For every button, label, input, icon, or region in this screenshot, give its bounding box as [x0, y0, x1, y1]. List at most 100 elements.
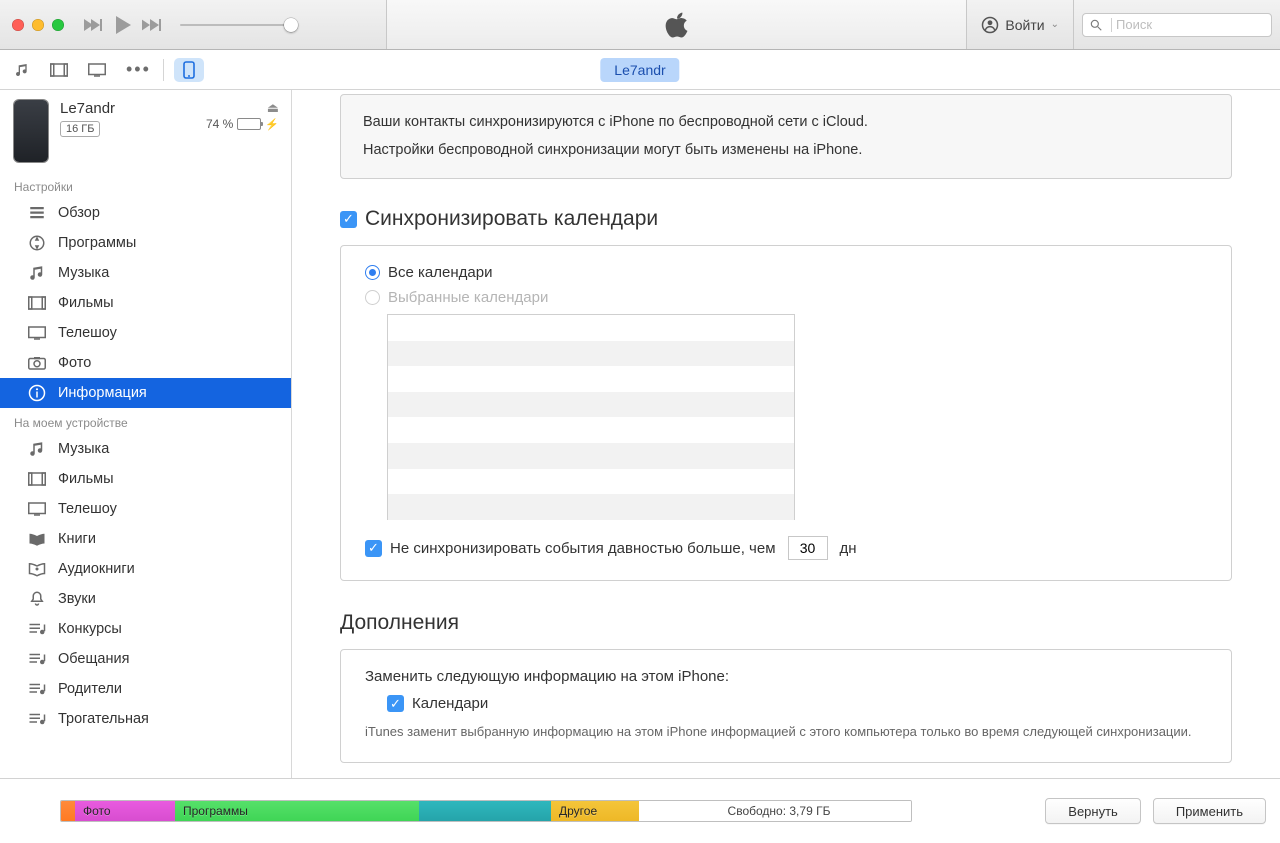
sidebar-item-label: Информация	[58, 385, 147, 401]
sidebar-item-label: Аудиокниги	[58, 561, 135, 577]
tvshows-tab-icon[interactable]	[88, 63, 106, 77]
film-icon	[28, 294, 46, 312]
playlist-icon	[28, 710, 46, 728]
seg-label: Свободно: 3,79 ГБ	[728, 804, 831, 818]
revert-button[interactable]: Вернуть	[1045, 798, 1141, 824]
battery-icon	[237, 118, 261, 130]
film-icon	[28, 470, 46, 488]
notice-line: Настройки беспроводной синхронизации мог…	[363, 137, 1209, 165]
storage-seg-docs	[419, 801, 551, 821]
playlist-icon	[28, 650, 46, 668]
movies-tab-icon[interactable]	[50, 63, 68, 77]
playlist-icon	[28, 620, 46, 638]
sidebar-section-ondevice: На моем устройстве	[0, 408, 291, 434]
sidebar-item-label: Обещания	[58, 651, 129, 667]
music-tab-icon[interactable]	[14, 62, 30, 78]
volume-slider[interactable]	[180, 24, 290, 26]
storage-seg-photos: Фото	[75, 801, 175, 821]
notice-line: Ваши контакты синхронизируются с iPhone …	[363, 109, 1209, 137]
sidebar-item-tvshows[interactable]: Телешоу	[0, 318, 291, 348]
sign-in-menu[interactable]: Войти ⌄	[967, 0, 1074, 49]
nosync-days-input[interactable]	[788, 536, 828, 560]
device-name: Le7andr	[60, 100, 115, 117]
close-window-button[interactable]	[12, 19, 24, 31]
nosync-suffix: дн	[840, 540, 857, 557]
search-input[interactable]	[1116, 17, 1266, 32]
replace-calendars-checkbox[interactable]: ✓	[387, 695, 404, 712]
sync-calendars-checkbox[interactable]: ✓	[340, 211, 357, 228]
info-icon	[28, 384, 46, 402]
radio-selected-calendars[interactable]: Выбранные календари	[365, 289, 1207, 306]
storage-seg-other: Другое	[551, 801, 639, 821]
seg-label: Фото	[83, 804, 111, 818]
battery-percent: 74 %	[206, 117, 233, 131]
radio-all-calendars[interactable]: Все календари	[365, 264, 1207, 281]
more-tabs-button[interactable]: •••	[126, 59, 151, 80]
sidebar-item-label: Телешоу	[58, 501, 117, 517]
audiobook-icon	[28, 560, 46, 578]
sidebar-od-pl2[interactable]: Обещания	[0, 644, 291, 674]
sidebar-item-label: Фильмы	[58, 471, 114, 487]
sidebar-item-label: Программы	[58, 235, 136, 251]
bell-icon	[28, 590, 46, 608]
sidebar-od-pl4[interactable]: Трогательная	[0, 704, 291, 734]
music-icon	[28, 264, 46, 282]
icloud-notice: Ваши контакты синхронизируются с iPhone …	[340, 94, 1232, 179]
sidebar-item-movies[interactable]: Фильмы	[0, 288, 291, 318]
selected-calendars-list	[387, 314, 795, 520]
sidebar-od-pl1[interactable]: Конкурсы	[0, 614, 291, 644]
sidebar-item-apps[interactable]: Программы	[0, 228, 291, 258]
storage-bar: Фото Программы Другое Свободно: 3,79 ГБ	[60, 800, 912, 822]
search-field[interactable]	[1082, 13, 1272, 37]
eject-icon[interactable]: ⏏	[267, 100, 279, 116]
device-name-pill[interactable]: Le7andr	[600, 58, 679, 82]
library-bar: ••• Le7andr	[0, 50, 1280, 90]
window-titlebar: Войти ⌄	[0, 0, 1280, 50]
sidebar-od-books[interactable]: Книги	[0, 524, 291, 554]
sidebar-od-tvshows[interactable]: Телешоу	[0, 494, 291, 524]
seg-label: Другое	[559, 804, 597, 818]
sidebar-item-photos[interactable]: Фото	[0, 348, 291, 378]
sidebar-item-label: Звуки	[58, 591, 96, 607]
zoom-window-button[interactable]	[52, 19, 64, 31]
replace-calendars-label: Календари	[412, 695, 488, 712]
main-content: Ваши контакты синхронизируются с iPhone …	[292, 90, 1280, 778]
nosync-prefix: Не синхронизировать события давностью бо…	[390, 540, 776, 557]
sidebar-item-music[interactable]: Музыка	[0, 258, 291, 288]
play-button[interactable]	[114, 15, 132, 35]
calendars-panel: Все календари Выбранные календари ✓ Не с…	[340, 245, 1232, 581]
device-tab[interactable]	[174, 58, 204, 82]
device-capacity-badge: 16 ГБ	[60, 121, 100, 137]
sidebar-od-audiobooks[interactable]: Аудиокниги	[0, 554, 291, 584]
window-controls	[12, 19, 64, 31]
sidebar-item-label: Фото	[58, 355, 91, 371]
charging-icon: ⚡	[265, 118, 279, 131]
sidebar-od-tones[interactable]: Звуки	[0, 584, 291, 614]
sidebar-od-music[interactable]: Музыка	[0, 434, 291, 464]
iphone-icon	[183, 61, 195, 79]
replace-footnote: iTunes заменит выбранную информацию на э…	[365, 722, 1207, 742]
apps-icon	[28, 234, 46, 252]
prev-track-button[interactable]	[84, 17, 104, 33]
radio-label: Все календари	[388, 264, 492, 281]
tv-icon	[28, 500, 46, 518]
seg-label: Программы	[183, 804, 248, 818]
next-track-button[interactable]	[142, 17, 162, 33]
sidebar-item-label: Телешоу	[58, 325, 117, 341]
sidebar-item-label: Фильмы	[58, 295, 114, 311]
sidebar-item-label: Книги	[58, 531, 96, 547]
sidebar-item-info[interactable]: Информация	[0, 378, 291, 408]
storage-seg-free: Свободно: 3,79 ГБ	[639, 801, 911, 821]
sidebar-item-label: Родители	[58, 681, 122, 697]
sidebar-od-pl3[interactable]: Родители	[0, 674, 291, 704]
sidebar-od-movies[interactable]: Фильмы	[0, 464, 291, 494]
nosync-old-events-checkbox[interactable]: ✓	[365, 540, 382, 557]
camera-icon	[28, 354, 46, 372]
sidebar-item-label: Трогательная	[58, 711, 149, 727]
sidebar-item-overview[interactable]: Обзор	[0, 198, 291, 228]
footer: Фото Программы Другое Свободно: 3,79 ГБ …	[0, 778, 1280, 843]
minimize-window-button[interactable]	[32, 19, 44, 31]
radio-off-icon	[365, 290, 380, 305]
playlist-icon	[28, 680, 46, 698]
apply-button[interactable]: Применить	[1153, 798, 1266, 824]
